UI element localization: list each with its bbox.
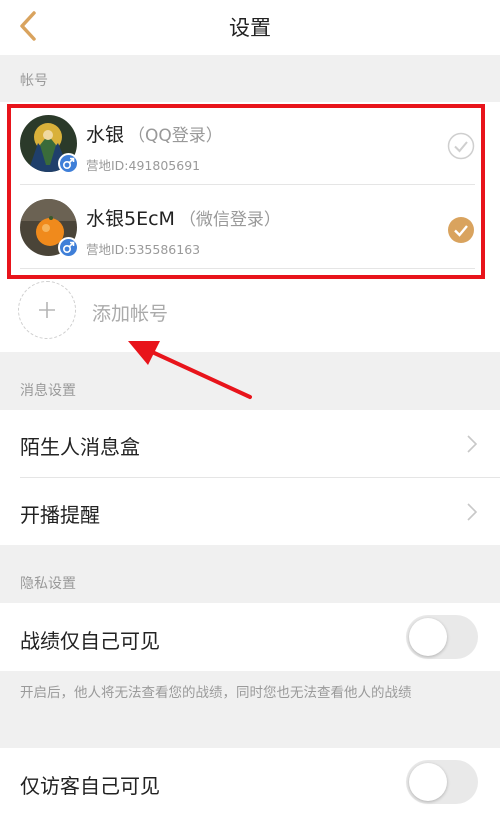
stranger-message-box-item[interactable]: 陌生人消息盒: [20, 431, 140, 460]
page-title: 设置: [229, 16, 271, 40]
chevron-right-icon[interactable]: [466, 434, 478, 454]
record-visibility-label: 战绩仅自己可见: [20, 629, 160, 653]
divider: [20, 477, 500, 478]
add-account-button[interactable]: [18, 281, 76, 339]
record-visibility-toggle[interactable]: [406, 615, 478, 659]
plus-icon: [39, 302, 55, 318]
section-label-privacy: 隐私设置: [20, 576, 76, 592]
section-label-accounts: 帐号: [20, 73, 48, 89]
privacy-note: 开启后，他人将无法查看您的战绩，同时您也无法查看他人的战绩: [20, 685, 412, 701]
annotation-arrow-icon: [128, 341, 252, 399]
header-bar: 设置: [0, 0, 500, 55]
visitor-visibility-label: 仅访客自己可见: [20, 774, 160, 798]
visitor-visibility-toggle[interactable]: [406, 760, 478, 804]
toggle-knob: [409, 618, 447, 656]
toggle-knob: [409, 763, 447, 801]
section-label-messages: 消息设置: [20, 383, 76, 399]
live-reminder-item[interactable]: 开播提醒: [20, 499, 100, 528]
chevron-right-icon[interactable]: [466, 502, 478, 522]
add-account-label[interactable]: 添加帐号: [92, 299, 168, 326]
highlight-box: [7, 104, 485, 279]
